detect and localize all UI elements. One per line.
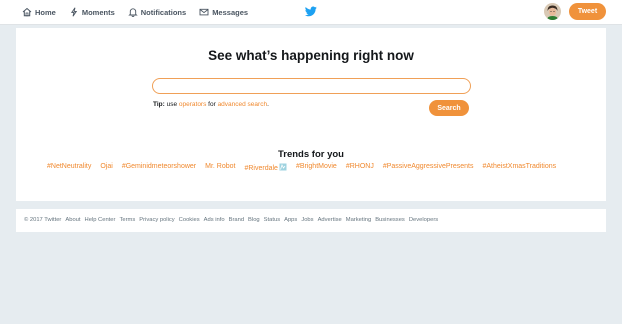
footer-link-terms[interactable]: Terms xyxy=(119,217,135,223)
top-nav-bar: Home Moments Notifications Messages Twee… xyxy=(0,0,622,25)
twitter-bird-logo[interactable] xyxy=(305,6,317,17)
tip-text-end: . xyxy=(267,101,269,108)
footer-link-status[interactable]: Status xyxy=(264,217,280,223)
footer-link-apps[interactable]: Apps xyxy=(284,217,297,223)
trend-link[interactable]: #BrightMovie xyxy=(296,163,337,172)
nav-home-label: Home xyxy=(35,7,56,17)
operators-link[interactable]: operators xyxy=(179,101,206,108)
tip-label: Tip: xyxy=(153,101,165,108)
trend-link[interactable]: #Geminidmeteorshower xyxy=(122,163,196,172)
riverdale-emoji-icon xyxy=(279,163,287,171)
trend-label: #Riverdale xyxy=(244,165,278,172)
footer-link-ads-info[interactable]: Ads info xyxy=(204,217,225,223)
trend-link[interactable]: Ojai xyxy=(100,163,112,172)
search-panel: See what’s happening right now Tip: use … xyxy=(16,28,606,201)
footer: © 2017 Twitter About Help Center Terms P… xyxy=(16,209,606,232)
footer-link-brand[interactable]: Brand xyxy=(229,217,244,223)
trend-link-riverdale[interactable]: #Riverdale xyxy=(244,163,287,172)
footer-link-help-center[interactable]: Help Center xyxy=(85,217,116,223)
footer-link-marketing[interactable]: Marketing xyxy=(346,217,371,223)
search-tip: Tip: use operators for advanced search. xyxy=(153,101,269,108)
tip-text-for: for xyxy=(206,101,218,108)
footer-link-advertise[interactable]: Advertise xyxy=(318,217,342,223)
trends-list: #NetNeutrality Ojai #Geminidmeteorshower… xyxy=(47,163,556,172)
nav-notifications-label: Notifications xyxy=(140,7,187,17)
avatar-image xyxy=(544,3,561,20)
nav-messages-label: Messages xyxy=(212,7,249,17)
trend-link[interactable]: #RHONJ xyxy=(346,163,374,172)
bell-icon xyxy=(128,8,138,17)
footer-link-privacy[interactable]: Privacy policy xyxy=(139,217,174,223)
primary-nav: Home Moments Notifications Messages xyxy=(22,0,261,24)
trend-link[interactable]: #AtheistXmasTraditions xyxy=(482,163,556,172)
footer-link-about[interactable]: About xyxy=(65,217,80,223)
avatar[interactable] xyxy=(544,3,561,20)
search-input[interactable] xyxy=(152,78,471,94)
trend-link[interactable]: #NetNeutrality xyxy=(47,163,91,172)
advanced-search-link[interactable]: advanced search xyxy=(218,101,268,108)
footer-link-cookies[interactable]: Cookies xyxy=(179,217,200,223)
nav-messages[interactable]: Messages xyxy=(199,7,248,17)
footer-link-businesses[interactable]: Businesses xyxy=(375,217,405,223)
home-icon xyxy=(22,7,32,17)
footer-links: © 2017 Twitter About Help Center Terms P… xyxy=(24,217,438,223)
search-button[interactable]: Search xyxy=(429,100,469,116)
footer-link-developers[interactable]: Developers xyxy=(409,217,438,223)
envelope-icon xyxy=(199,8,209,16)
tweet-button[interactable]: Tweet xyxy=(569,3,606,20)
tip-text-use: use xyxy=(164,101,179,108)
lightning-icon xyxy=(70,7,77,17)
trends-title: Trends for you xyxy=(278,149,344,160)
nav-home[interactable]: Home xyxy=(22,7,56,17)
footer-link-blog[interactable]: Blog xyxy=(248,217,260,223)
trend-link[interactable]: Mr. Robot xyxy=(205,163,235,172)
nav-notifications[interactable]: Notifications xyxy=(128,7,186,17)
nav-moments[interactable]: Moments xyxy=(69,7,115,17)
footer-link-jobs[interactable]: Jobs xyxy=(301,217,313,223)
page-title: See what’s happening right now xyxy=(208,48,414,63)
nav-moments-label: Moments xyxy=(81,7,115,17)
trend-link[interactable]: #PassiveAggressivePresents xyxy=(383,163,474,172)
copyright-text: © 2017 Twitter xyxy=(24,217,62,223)
